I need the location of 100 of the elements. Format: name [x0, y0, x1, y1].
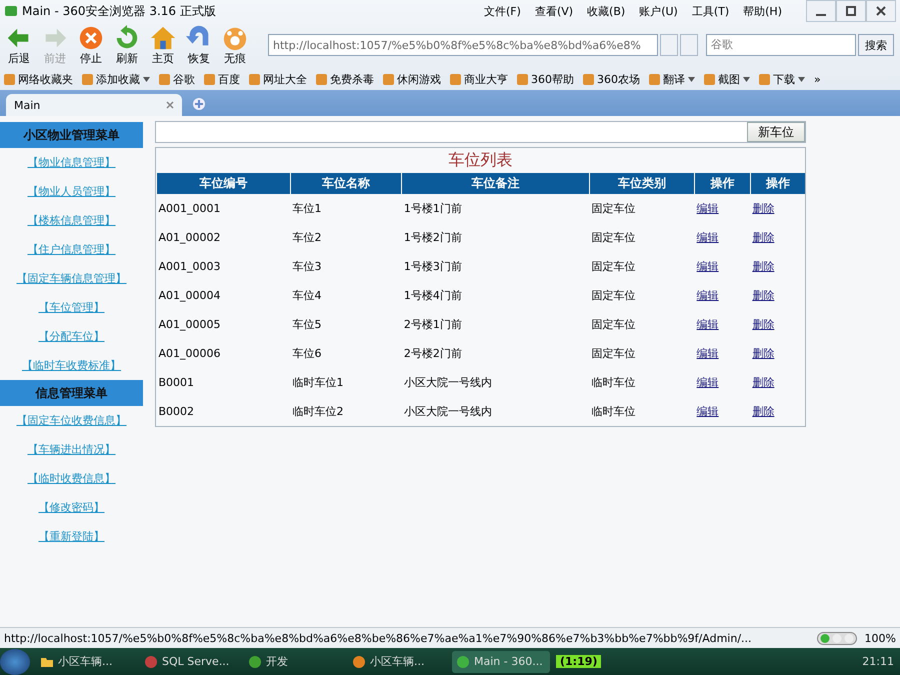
window-title: Main - 360安全浏览器 3.16 正式版 — [22, 2, 216, 20]
nav-button[interactable]: 恢复 — [182, 24, 216, 66]
search-button[interactable]: 搜索 — [858, 34, 894, 56]
column-header: 操作 — [750, 173, 805, 194]
table-cell-text: 车位5 — [292, 317, 323, 333]
column-header: 车位类别 — [590, 173, 695, 194]
home-icon — [150, 24, 176, 50]
bookmark-link[interactable]: 添加收藏 — [82, 72, 150, 86]
menu-item[interactable]: 文件(F) — [484, 4, 521, 18]
table-cell-text: A01_00004 — [158, 288, 222, 304]
new-button[interactable]: 新车位 — [747, 122, 805, 142]
bookmark-link[interactable]: 360帮助 — [517, 72, 574, 86]
menu-item[interactable]: 查看(V) — [534, 4, 574, 18]
new-tab-icon[interactable] — [192, 97, 206, 111]
search-field[interactable]: 谷歌 — [706, 34, 856, 56]
edit-link[interactable]: 编辑 — [696, 376, 719, 389]
table-cell-text: 固定车位 — [590, 288, 636, 304]
zoom-level[interactable]: 100% — [864, 632, 896, 644]
app-icon — [456, 654, 470, 668]
bookmark-link[interactable]: 下载 — [759, 72, 805, 86]
delete-link[interactable]: 删除 — [752, 376, 774, 389]
menu-item[interactable]: 工具(T) — [692, 4, 730, 18]
taskbar-item[interactable]: 开发 — [244, 650, 342, 672]
table-title: 车位列表 — [448, 149, 514, 171]
taskbar-item[interactable]: 小区车辆... — [36, 650, 134, 672]
app-icon — [352, 654, 366, 668]
menu-header: 小区物业管理菜单 — [0, 122, 143, 148]
bookmark-link[interactable]: 休闲游戏 — [383, 72, 441, 86]
caret-icon[interactable] — [743, 76, 750, 82]
edit-link[interactable]: 编辑 — [696, 260, 719, 273]
timer-badge: (1:19) — [556, 655, 602, 668]
taskbar-item[interactable]: Main - 360... — [452, 650, 550, 672]
edit-link[interactable]: 编辑 — [696, 405, 719, 418]
edit-link[interactable]: 编辑 — [696, 347, 719, 360]
more-button[interactable]: » — [814, 72, 821, 86]
bookmark-link[interactable]: 商业大亨 — [450, 72, 508, 86]
table-cell-text: 临时车位 — [590, 375, 636, 391]
table-cell-text: 车位2 — [292, 230, 323, 246]
bookmark-link[interactable]: 网络收藏夹 — [4, 72, 73, 86]
delete-link[interactable]: 删除 — [752, 202, 774, 215]
delete-link[interactable]: 删除 — [752, 289, 774, 302]
menu-item[interactable]: 帮助(H) — [743, 4, 782, 18]
nav-button[interactable]: 停止 — [74, 24, 108, 66]
indicator-icon[interactable] — [816, 632, 857, 644]
nav-button[interactable]: 后退 — [2, 24, 36, 66]
table-cell-text: B0002 — [158, 404, 196, 420]
table-cell-text: 临时车位 — [590, 404, 636, 420]
taskbar-item[interactable]: SQL Serve... — [140, 650, 238, 672]
caret-icon[interactable] — [798, 76, 805, 82]
bookmark-link[interactable]: 截图 — [704, 72, 750, 86]
close-icon[interactable] — [166, 101, 174, 109]
menu-item[interactable]: 收藏(B) — [587, 4, 626, 18]
taskbar-item[interactable]: 小区车辆... — [348, 650, 446, 672]
table-cell: 固定车位 — [590, 194, 695, 223]
clock: 21:11 — [862, 655, 894, 668]
table-cell-text: 1号楼3门前 — [402, 259, 463, 275]
menu-header: 信息管理菜单 — [0, 380, 143, 406]
caret-icon[interactable] — [143, 76, 150, 82]
app-icon — [4, 4, 18, 18]
bookmark-link[interactable]: 翻译 — [649, 72, 695, 86]
bookmark-link[interactable]: 谷歌 — [159, 72, 195, 86]
edit-link[interactable]: 编辑 — [696, 289, 719, 302]
delete-link[interactable]: 删除 — [752, 405, 774, 418]
delete-link[interactable]: 删除 — [752, 231, 774, 244]
table-cell-text: 2号楼2门前 — [402, 346, 463, 362]
address-field[interactable]: http://localhost:1057/%e5%b0%8f%e5%8c%ba%e8%bd%a6%e8% — [268, 34, 658, 56]
close-button[interactable] — [866, 0, 896, 22]
table-cell: A001_0001 — [156, 194, 291, 223]
nav-button[interactable]: 无痕 — [218, 24, 252, 66]
nav-button[interactable]: 刷新 — [110, 24, 144, 66]
bookmark-link[interactable]: 网址大全 — [249, 72, 307, 86]
table-cell-text: A01_00002 — [158, 230, 222, 246]
bookmark-link[interactable]: 百度 — [204, 72, 240, 86]
app-icon — [144, 654, 158, 668]
table-cell-text: A01_00005 — [158, 317, 222, 333]
refresh-icon — [114, 24, 140, 50]
delete-link[interactable]: 删除 — [752, 347, 774, 360]
bookmark-link[interactable]: 免费杀毒 — [316, 72, 374, 86]
bookmark-link[interactable]: 360农场 — [583, 72, 640, 86]
maximize-button[interactable] — [836, 0, 866, 22]
table-cell: 车位1 — [290, 194, 402, 223]
minimize-button[interactable] — [806, 0, 836, 22]
menu-item[interactable]: 账户(U) — [639, 4, 678, 18]
column-header: 车位备注 — [402, 173, 590, 194]
table-cell-text: 车位6 — [292, 346, 323, 362]
edit-link[interactable]: 编辑 — [696, 231, 719, 244]
table-cell: 1号楼1门前 — [402, 194, 590, 223]
edit-link[interactable]: 编辑 — [696, 318, 719, 331]
delete-link[interactable]: 删除 — [752, 260, 774, 273]
edit-link[interactable]: 编辑 — [696, 202, 719, 215]
start-button[interactable] — [0, 648, 30, 674]
browser-tab[interactable]: Main — [6, 94, 182, 116]
delete-link[interactable]: 删除 — [752, 318, 774, 331]
app-icon — [248, 654, 262, 668]
table-cell-text: 车位3 — [292, 259, 323, 275]
table-cell-text: 1号楼4门前 — [402, 288, 463, 304]
nav-button[interactable]: 主页 — [146, 24, 180, 66]
table-cell-text: A001_0003 — [158, 259, 222, 275]
minimize-icon — [816, 14, 826, 16]
caret-icon[interactable] — [688, 76, 695, 82]
